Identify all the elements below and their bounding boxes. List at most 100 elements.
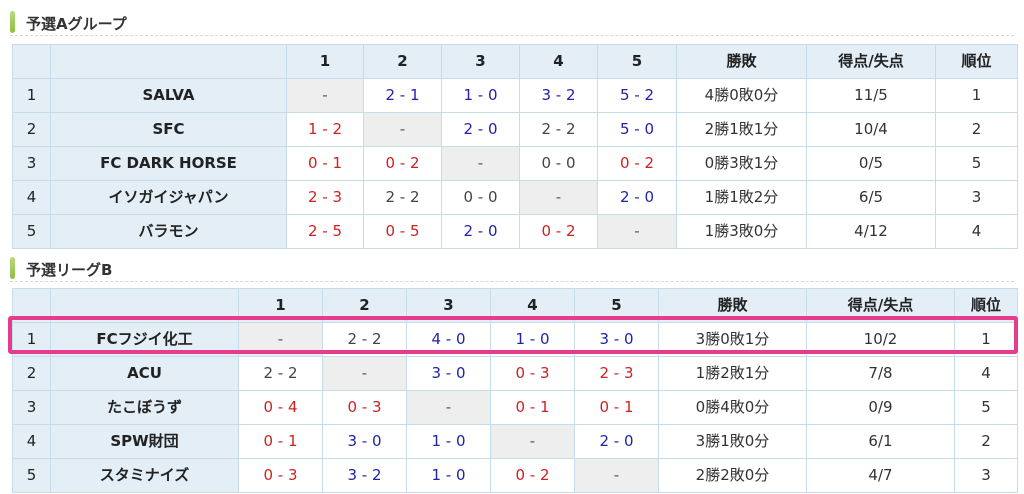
row-number: 4 — [12, 424, 51, 459]
goals-for-against: 0/5 — [806, 146, 936, 181]
match-result: 2 - 1 — [363, 78, 442, 113]
table-row: 3 FC DARK HORSE 0 - 10 - 2-0 - 00 - 2 0勝3敗1… — [12, 146, 1018, 181]
win-loss-record: 3勝1敗0分 — [658, 424, 807, 459]
match-result: - — [597, 214, 677, 249]
team-name: イソガイジャパン — [50, 180, 287, 215]
group-b-title: 予選リーグB — [26, 261, 113, 279]
match-result: 2 - 2 — [363, 180, 442, 215]
column-header: 得点/失点 — [806, 44, 936, 79]
match-result: 0 - 3 — [490, 356, 575, 391]
group-a-table: 1 2 3 4 5 勝敗 得点/失点 順位 1 SALVA -2 - 11 - 03 - 25 -… — [12, 44, 1018, 249]
team-name: SALVA — [50, 78, 287, 113]
rank: 4 — [935, 214, 1018, 249]
match-result: 0 - 1 — [490, 390, 575, 425]
table-row: 1 FCフジイ化工 -2 - 24 - 01 - 03 - 0 3勝0敗1分 10/2 1 — [12, 322, 1018, 357]
match-result: 0 - 2 — [490, 458, 575, 493]
rank: 5 — [954, 390, 1018, 425]
column-header — [50, 288, 239, 323]
team-name: FC DARK HORSE — [50, 146, 287, 181]
match-result: 1 - 0 — [490, 322, 575, 357]
match-result: 2 - 2 — [322, 322, 407, 357]
column-header: 順位 — [954, 288, 1018, 323]
match-result: 0 - 2 — [597, 146, 677, 181]
goals-for-against: 6/5 — [806, 180, 936, 215]
column-header — [12, 44, 51, 79]
win-loss-record: 1勝1敗2分 — [676, 180, 807, 215]
row-number: 5 — [12, 458, 51, 493]
row-number: 3 — [12, 390, 51, 425]
row-number: 5 — [12, 214, 51, 249]
match-result: 2 - 2 — [519, 112, 598, 147]
goals-for-against: 11/5 — [806, 78, 936, 113]
team-name: たこぼうず — [50, 390, 239, 425]
win-loss-record: 0勝4敗0分 — [658, 390, 807, 425]
row-number: 2 — [12, 112, 51, 147]
column-header: 得点/失点 — [806, 288, 955, 323]
win-loss-record: 1勝3敗0分 — [676, 214, 807, 249]
table-row: 5 バラモン 2 - 50 - 52 - 00 - 2-1勝3敗0分 4/12 4 — [12, 214, 1018, 249]
team-name: ACU — [50, 356, 239, 391]
win-loss-record: 1勝2敗1分 — [658, 356, 807, 391]
match-result: 0 - 2 — [363, 146, 442, 181]
match-result: 0 - 1 — [286, 146, 364, 181]
group-a-title: 予選Aグループ — [26, 15, 127, 33]
rank: 2 — [935, 112, 1018, 147]
column-header: 3 — [406, 288, 491, 323]
match-result: 3 - 0 — [322, 424, 407, 459]
match-result: - — [286, 78, 364, 113]
group-a-heading: 予選Aグループ — [10, 10, 1014, 36]
match-result: - — [490, 424, 575, 459]
win-loss-record: 0勝3敗1分 — [676, 146, 807, 181]
column-header: 4 — [519, 44, 598, 79]
goals-for-against: 0/9 — [806, 390, 955, 425]
row-number: 1 — [12, 78, 51, 113]
match-result: 2 - 0 — [441, 214, 520, 249]
goals-for-against: 4/12 — [806, 214, 936, 249]
column-header: 2 — [322, 288, 407, 323]
match-result: 0 - 3 — [322, 390, 407, 425]
heading-accent-bar — [10, 11, 15, 33]
team-name: バラモン — [50, 214, 287, 249]
match-result: 3 - 2 — [519, 78, 598, 113]
match-result: 0 - 2 — [519, 214, 598, 249]
match-result: 3 - 2 — [322, 458, 407, 493]
match-result: 2 - 0 — [574, 424, 659, 459]
table-header-row: 1 2 3 4 5 勝敗 得点/失点 順位 — [12, 288, 1018, 323]
match-result: 1 - 0 — [406, 424, 491, 459]
column-header — [12, 288, 51, 323]
rank: 1 — [954, 322, 1018, 357]
match-result: - — [441, 146, 520, 181]
match-result: 1 - 0 — [441, 78, 520, 113]
column-header: 5 — [574, 288, 659, 323]
match-result: 2 - 0 — [597, 180, 677, 215]
match-result: 0 - 4 — [238, 390, 323, 425]
table-row: 5 スタミナイズ 0 - 33 - 21 - 00 - 2-2勝2敗0分 4/7 3 — [12, 458, 1018, 493]
heading-accent-bar — [10, 257, 15, 279]
column-header: 1 — [286, 44, 364, 79]
match-result: - — [363, 112, 442, 147]
match-result: 3 - 0 — [574, 322, 659, 357]
match-result: - — [519, 180, 598, 215]
match-result: 0 - 5 — [363, 214, 442, 249]
row-number: 3 — [12, 146, 51, 181]
table-row: 2 ACU 2 - 2-3 - 00 - 32 - 3 1勝2敗1分 7/8 4 — [12, 356, 1018, 391]
rank: 2 — [954, 424, 1018, 459]
group-b-heading: 予選リーグB — [10, 256, 1014, 282]
goals-for-against: 6/1 — [806, 424, 955, 459]
column-header: 5 — [597, 44, 677, 79]
goals-for-against: 4/7 — [806, 458, 955, 493]
match-result: 5 - 2 — [597, 78, 677, 113]
win-loss-record: 3勝0敗1分 — [658, 322, 807, 357]
group-b-table: 1 2 3 4 5 勝敗 得点/失点 順位 1 FCフジイ化工 -2 - 24 - 01 - 03… — [12, 288, 1018, 493]
team-name: SPW財団 — [50, 424, 239, 459]
match-result: 2 - 5 — [286, 214, 364, 249]
rank: 4 — [954, 356, 1018, 391]
win-loss-record: 2勝1敗1分 — [676, 112, 807, 147]
match-result: 2 - 0 — [441, 112, 520, 147]
goals-for-against: 10/2 — [806, 322, 955, 357]
table-row: 4 イソガイジャパン 2 - 32 - 20 - 0-2 - 0 1勝1敗2分 6/5 3 — [12, 180, 1018, 215]
match-result: 0 - 3 — [238, 458, 323, 493]
row-number: 1 — [12, 322, 51, 357]
rank: 1 — [935, 78, 1018, 113]
goals-for-against: 7/8 — [806, 356, 955, 391]
